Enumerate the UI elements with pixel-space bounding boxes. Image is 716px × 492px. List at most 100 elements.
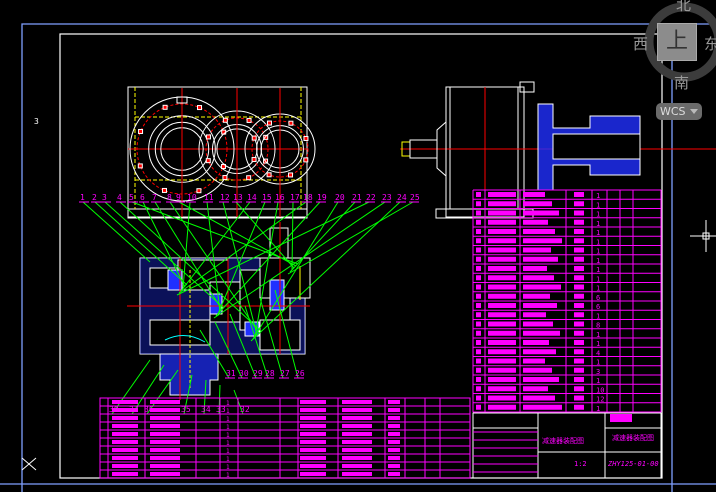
- bom-code-cell: [300, 408, 326, 412]
- bom-qty: 4: [596, 349, 600, 357]
- drawing-number: ZHY125-01-00: [607, 460, 659, 468]
- bom-material-cell: [388, 440, 400, 444]
- bom-code-cell: [488, 367, 516, 373]
- bom-qty: 1: [596, 192, 600, 200]
- bom-name-cell: [523, 349, 556, 355]
- bom-name-cell: [523, 321, 553, 327]
- bom-qty: 1: [596, 211, 600, 219]
- balloon-19: 19: [317, 193, 327, 202]
- bom-name-cell: [342, 432, 372, 436]
- balloon-26: 26: [295, 369, 305, 378]
- balloon-30: 30: [239, 369, 249, 378]
- compass-south[interactable]: 南: [674, 72, 689, 93]
- bom-code-cell: [112, 424, 138, 428]
- bom-qty: 10: [596, 386, 604, 394]
- chevron-down-icon: [690, 109, 698, 114]
- balloon-20: 20: [335, 193, 345, 202]
- bolt: [303, 135, 309, 141]
- title-block: 减速器装配图 减速器装配图 1:2 ZHY125-01-00: [472, 412, 662, 479]
- bom-code-cell: [300, 448, 326, 452]
- bom-code-cell: [488, 293, 516, 299]
- compass-east[interactable]: 东: [704, 33, 716, 54]
- balloon-23: 23: [382, 193, 392, 202]
- bom-code-cell: [488, 377, 516, 382]
- bom-code-cell: [300, 432, 326, 436]
- bom-material-cell: [388, 400, 400, 404]
- bom-qty: 1: [226, 424, 230, 431]
- bom-code-cell: [488, 386, 516, 392]
- bom-seq-cell: [476, 404, 481, 410]
- bolt: [162, 104, 168, 110]
- bom-seq-cell: [476, 238, 481, 244]
- wcs-menu-button[interactable]: WCS: [656, 103, 702, 120]
- bom-code-cell: [488, 395, 516, 401]
- bom-name-cell: [523, 404, 562, 410]
- bom-code-cell: [488, 321, 516, 327]
- bom-material-cell: [388, 424, 400, 428]
- bom-material-cell: [574, 330, 584, 336]
- revision-mark: [610, 414, 632, 422]
- bolt: [251, 157, 257, 163]
- bolt: [251, 135, 257, 141]
- balloon-13: 13: [233, 193, 243, 202]
- bom-qty: 1: [596, 359, 600, 367]
- bom-name-cell: [342, 472, 372, 476]
- bolt: [266, 172, 272, 178]
- balloon-7: 7: [152, 193, 157, 202]
- bom-material-cell: [574, 192, 584, 197]
- balloon-29: 29: [253, 369, 263, 378]
- bom-name-cell: [523, 340, 549, 345]
- bom-code-cell: [112, 448, 138, 452]
- bom-qty: 3: [596, 368, 600, 376]
- compass-north[interactable]: 北: [676, 0, 691, 15]
- bom-name-cell: [523, 284, 561, 290]
- compass-west[interactable]: 西: [633, 33, 648, 54]
- wcs-label: WCS: [660, 105, 686, 118]
- bom-code-cell: [488, 349, 516, 355]
- bolt: [196, 188, 202, 194]
- bom-material-cell: [574, 284, 584, 290]
- balloon-8: 8: [167, 193, 172, 202]
- bom-material-cell: [574, 229, 584, 234]
- title-frame: [472, 412, 662, 479]
- bom-seq-cell: [476, 210, 481, 216]
- balloon-15: 15: [262, 193, 272, 202]
- bom-code-cell: [488, 219, 516, 225]
- bom-name-cell: [342, 416, 372, 420]
- bom-material-cell: [574, 266, 584, 271]
- bom-name-cell: [523, 210, 559, 216]
- bom-material-cell: [574, 349, 584, 355]
- bom-qty: 1: [596, 331, 600, 339]
- bom-name-cell: [523, 219, 548, 225]
- bom-name-cell: [342, 464, 372, 468]
- bom-material-cell: [574, 238, 584, 244]
- viewcube-top-face[interactable]: 上: [657, 23, 697, 61]
- bom-qty: 12: [596, 396, 604, 404]
- bom-qty: 1: [596, 238, 600, 246]
- bom-name-cell: [342, 456, 372, 460]
- bom-qty: 6: [596, 294, 600, 302]
- bom-material-cell: [388, 456, 400, 460]
- bom-material-cell: [388, 472, 400, 476]
- balloon-1: 1: [80, 193, 85, 202]
- bom-code-cell: [488, 210, 516, 216]
- bom-code-cell: [112, 400, 138, 404]
- bom-seq-cell: [476, 303, 481, 308]
- drawing-canvas[interactable]: 3 1 2 3 4 5 6 7 8 9 10 11 12 13 14 15 16 17 18 19 20 21 22 23 2…: [0, 0, 716, 492]
- bolt: [197, 105, 203, 111]
- bom-material-cell: [574, 312, 584, 318]
- bom-code-cell: [488, 266, 516, 271]
- bom-code-cell: [488, 312, 516, 318]
- bom-material-cell: [574, 256, 584, 262]
- bolt: [303, 157, 309, 163]
- bom-name-cell: [150, 448, 180, 452]
- bom-qty: 1: [226, 456, 230, 463]
- bom-name-cell: [523, 395, 555, 401]
- bom-code-cell: [112, 408, 138, 412]
- balloon-14: 14: [247, 193, 257, 202]
- bom-name-cell: [523, 275, 554, 281]
- leader-line: [289, 201, 356, 273]
- balloon-3: 3: [102, 193, 107, 202]
- leader-line: [82, 201, 151, 263]
- bom-material-cell: [574, 247, 584, 253]
